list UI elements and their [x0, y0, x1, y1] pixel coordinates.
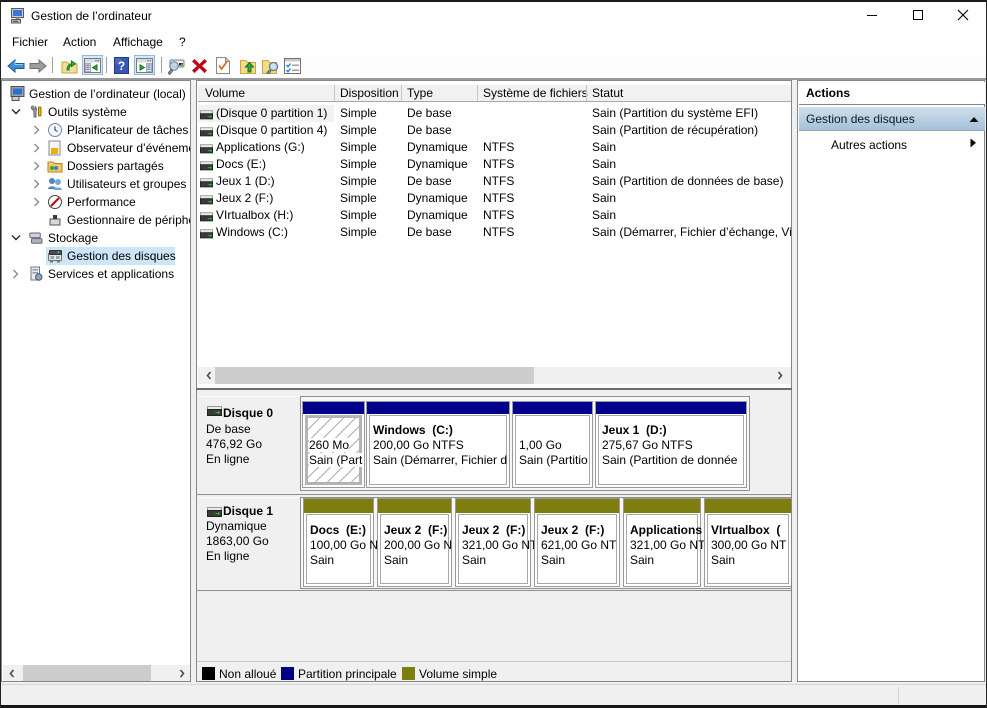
svg-text:?: ? — [118, 59, 125, 73]
